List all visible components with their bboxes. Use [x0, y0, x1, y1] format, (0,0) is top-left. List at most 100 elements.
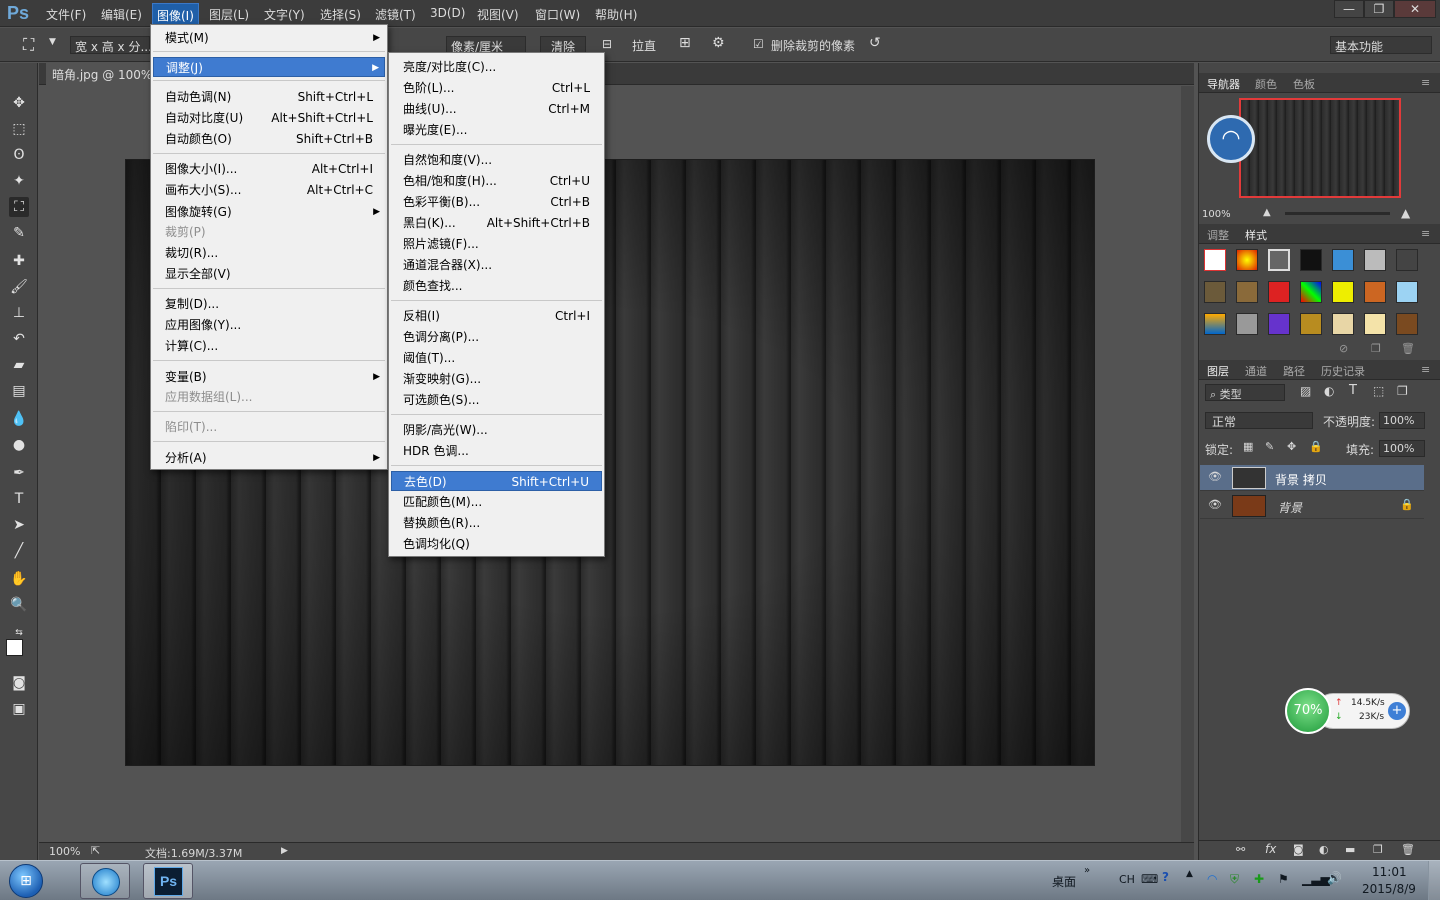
style-swatch[interactable]: [1300, 281, 1322, 303]
menu-item-variables[interactable]: 变量(B) ▶: [153, 367, 385, 387]
menu-item-channel-mixer[interactable]: 通道混合器(X)...: [391, 255, 602, 275]
fx-icon[interactable]: fx: [1265, 842, 1276, 856]
layer-name[interactable]: 背景: [1278, 499, 1302, 516]
eraser-tool-icon[interactable]: ▰: [9, 355, 29, 375]
menu-item-invert[interactable]: 反相(I) Ctrl+I: [391, 306, 602, 326]
menu-item-shadows-highlights[interactable]: 阴影/高光(W)...: [391, 420, 602, 440]
status-arrow-icon[interactable]: ▶: [281, 846, 288, 856]
style-swatch[interactable]: [1396, 313, 1418, 335]
menu-layer[interactable]: 图层(L): [209, 6, 249, 23]
style-swatch[interactable]: [1364, 249, 1386, 271]
tray-expand-icon[interactable]: ▲: [1186, 869, 1193, 879]
style-swatch[interactable]: [1332, 313, 1354, 335]
delete-layer-icon[interactable]: 🗑: [1401, 843, 1415, 856]
workspace-select[interactable]: 基本功能: [1330, 36, 1432, 54]
move-tool-icon[interactable]: ✥: [9, 93, 29, 113]
tab-styles[interactable]: 样式: [1245, 227, 1267, 243]
menu-3d[interactable]: 3D(D): [430, 6, 465, 20]
volume-icon[interactable]: 🔊: [1327, 871, 1342, 885]
clear-style-icon[interactable]: ⊘: [1339, 342, 1348, 355]
link-layers-icon[interactable]: ⚯: [1236, 843, 1245, 856]
delete-style-icon[interactable]: 🗑: [1401, 342, 1415, 355]
menu-item-exposure[interactable]: 曝光度(E)...: [391, 120, 602, 140]
zoom-level[interactable]: 100%: [49, 845, 80, 858]
panel-menu-icon[interactable]: ≡: [1421, 227, 1430, 240]
adjustment-layer-icon[interactable]: ◐: [1319, 843, 1329, 856]
menu-item-auto-contrast[interactable]: 自动对比度(U) Alt+Shift+Ctrl+L: [153, 108, 385, 128]
style-swatch[interactable]: [1396, 249, 1418, 271]
lock-move-icon[interactable]: ✥: [1287, 440, 1296, 453]
history-brush-icon[interactable]: ↶: [9, 329, 29, 349]
dodge-tool-icon[interactable]: ●: [9, 435, 29, 455]
navigator-zoom[interactable]: 100%: [1202, 209, 1231, 220]
export-icon[interactable]: ⇱: [91, 844, 100, 857]
style-swatch[interactable]: [1236, 313, 1258, 335]
menu-item-posterize[interactable]: 色调分离(P)...: [391, 327, 602, 347]
menu-view[interactable]: 视图(V): [477, 6, 519, 23]
visibility-eye-icon[interactable]: 👁: [1208, 470, 1222, 483]
show-desktop-button[interactable]: [1428, 861, 1440, 900]
mask-icon[interactable]: ◙: [1293, 843, 1304, 856]
style-swatch[interactable]: [1236, 249, 1258, 271]
folder-icon[interactable]: ▬: [1345, 843, 1355, 856]
menu-item-auto-color[interactable]: 自动颜色(O) Shift+Ctrl+B: [153, 129, 385, 149]
menu-item-trim[interactable]: 裁切(R)...: [153, 243, 385, 263]
menu-type[interactable]: 文字(Y): [264, 6, 305, 23]
lock-all-icon[interactable]: 🔒: [1309, 440, 1323, 453]
style-swatch[interactable]: [1268, 313, 1290, 335]
clock-time[interactable]: 11:01: [1372, 865, 1407, 879]
reset-icon[interactable]: ↺: [869, 35, 881, 51]
visibility-eye-icon[interactable]: 👁: [1208, 498, 1222, 511]
crop-tool-icon[interactable]: ⛶: [23, 35, 34, 55]
pen-tool-icon[interactable]: ✒: [9, 463, 29, 483]
menu-item-hdr-toning[interactable]: HDR 色调...: [391, 441, 602, 461]
layer-row-background[interactable]: 👁 背景 🔒: [1200, 493, 1424, 519]
menu-item-adjustments[interactable]: 调整(J) ▶: [153, 57, 385, 77]
layer-name[interactable]: 背景 拷贝: [1275, 471, 1327, 488]
menu-file[interactable]: 文件(F): [46, 6, 86, 23]
tab-adjustments[interactable]: 调整: [1207, 227, 1229, 243]
style-none[interactable]: [1204, 249, 1226, 271]
style-swatch[interactable]: [1204, 281, 1226, 303]
menu-help[interactable]: 帮助(H): [595, 6, 637, 23]
lasso-tool-icon[interactable]: ʘ: [9, 145, 29, 165]
gradient-tool-icon[interactable]: ▤: [9, 381, 29, 401]
panel-menu-icon[interactable]: ≡: [1421, 363, 1430, 376]
style-swatch[interactable]: [1204, 313, 1226, 335]
zoom-tool-icon[interactable]: 🔍: [9, 595, 29, 615]
zoom-slider[interactable]: [1285, 212, 1390, 215]
magic-wand-tool-icon[interactable]: ✦: [9, 171, 29, 191]
style-swatch[interactable]: [1364, 313, 1386, 335]
clock-date[interactable]: 2015/8/9: [1362, 882, 1416, 896]
filter-shape-icon[interactable]: ⬚: [1373, 384, 1384, 398]
menu-item-match-color[interactable]: 匹配颜色(M)...: [391, 492, 602, 512]
style-swatch[interactable]: [1300, 313, 1322, 335]
document-tab[interactable]: 暗角.jpg @ 100%: [46, 63, 159, 85]
opacity-input[interactable]: 100%: [1379, 412, 1425, 429]
tab-swatches[interactable]: 色板: [1293, 76, 1315, 92]
filter-pixel-icon[interactable]: ▨: [1300, 384, 1311, 398]
menu-item-reveal-all[interactable]: 显示全部(V): [153, 264, 385, 284]
menu-item-image-rotation[interactable]: 图像旋转(G) ▶: [153, 202, 385, 222]
new-style-icon[interactable]: ❐: [1371, 342, 1381, 355]
menu-item-auto-tone[interactable]: 自动色调(N) Shift+Ctrl+L: [153, 87, 385, 107]
tab-layers[interactable]: 图层: [1207, 363, 1229, 379]
menu-item-brightness-contrast[interactable]: 亮度/对比度(C)...: [391, 57, 602, 77]
add-icon[interactable]: +: [1388, 702, 1406, 720]
straighten-icon[interactable]: ⊟: [602, 37, 612, 51]
tab-navigator[interactable]: 导航器: [1207, 76, 1240, 92]
toolbar-expand-icon[interactable]: »: [1084, 865, 1090, 876]
style-swatch[interactable]: [1300, 249, 1322, 271]
menu-item-mode[interactable]: 模式(M) ▶: [153, 28, 385, 48]
network-speed-widget[interactable]: 70% ↑ 14.5K/s ↓ 23K/s +: [1285, 688, 1411, 734]
marquee-tool-icon[interactable]: ⬚: [9, 119, 29, 139]
menu-item-duplicate[interactable]: 复制(D)...: [153, 294, 385, 314]
zoom-in-icon[interactable]: ▲: [1401, 206, 1410, 220]
screen-mode-icon[interactable]: ▣: [9, 699, 29, 719]
healing-brush-icon[interactable]: ✚: [9, 251, 29, 271]
menu-item-threshold[interactable]: 阈值(T)...: [391, 348, 602, 368]
tab-color[interactable]: 颜色: [1255, 76, 1277, 92]
menu-item-selective-color[interactable]: 可选颜色(S)...: [391, 390, 602, 410]
menu-item-color-lookup[interactable]: 颜色查找...: [391, 276, 602, 296]
blur-tool-icon[interactable]: 💧: [9, 409, 29, 429]
